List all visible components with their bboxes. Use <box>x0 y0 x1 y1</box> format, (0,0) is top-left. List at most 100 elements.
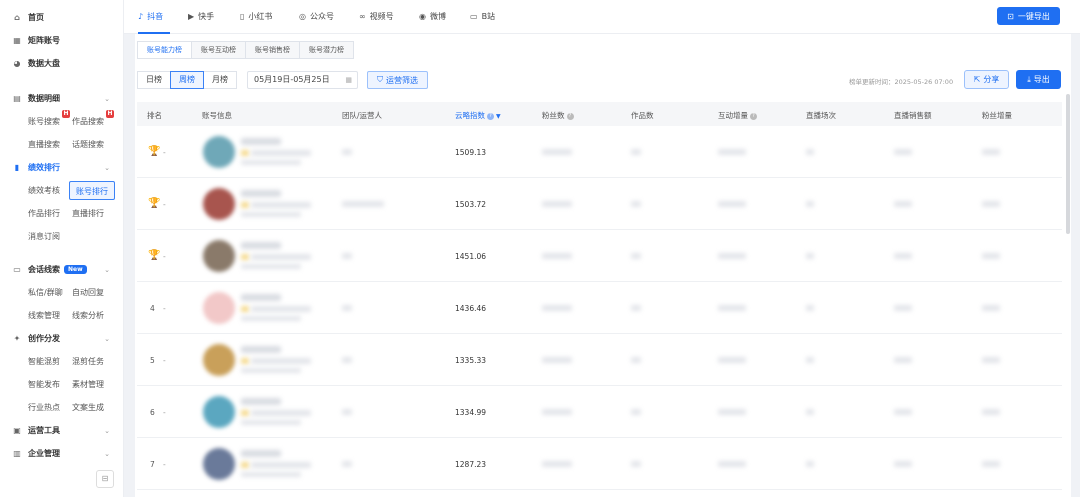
works-redacted <box>631 357 641 363</box>
list-icon: ▤ <box>13 94 21 103</box>
sidebar-item-live-rank[interactable]: 直播排行 <box>72 204 116 223</box>
sidebar-item-live-search[interactable]: 直播搜索 <box>28 135 72 154</box>
table-header: 排名 账号信息 团队/运营人 云略指数? ▼ 粉丝数? 作品数 互动增量? 直播场… <box>137 102 1062 126</box>
sidebar-item-copy-gen[interactable]: 文案生成 <box>72 398 116 417</box>
chevron-down-icon: ⌄ <box>104 163 110 172</box>
account-name-redacted <box>241 190 281 197</box>
sidebar-item-works-rank[interactable]: 作品排行 <box>28 204 72 223</box>
rank-number: 7 <box>150 460 155 469</box>
sidebar-item-industry-hot[interactable]: 行业热点 <box>28 398 72 417</box>
rank-change: - <box>163 200 166 209</box>
avatar[interactable] <box>203 292 235 324</box>
avatar[interactable] <box>203 136 235 168</box>
tab-account-interaction[interactable]: 账号互动榜 <box>191 41 246 59</box>
tab-account-ability[interactable]: 账号能力榜 <box>137 41 192 59</box>
col-works: 作品数 <box>631 111 654 120</box>
tab-account-potential[interactable]: 账号潜力榜 <box>299 41 354 59</box>
export-button[interactable]: ⤓ 导出 <box>1016 70 1061 89</box>
table-row[interactable]: 6- 1334.99 <box>137 386 1062 438</box>
tab-wechat-official[interactable]: ◎ 公众号 <box>299 11 334 22</box>
rank-change: - <box>163 148 166 157</box>
account-name-redacted <box>241 242 281 249</box>
live-sales-redacted <box>894 305 912 311</box>
col-fans-increment: 粉丝增量 <box>982 111 1012 120</box>
collapse-sidebar-icon[interactable]: ⊟ <box>96 470 114 488</box>
nav-group-creation-distribution[interactable]: ✦ 创作分发 ⌄ <box>0 327 123 350</box>
operator-filter-button[interactable]: ⛉ 运营筛选 <box>367 71 428 89</box>
sidebar-item-perf-review[interactable]: 绩效考核 <box>28 181 72 200</box>
works-redacted <box>631 461 641 467</box>
table-row[interactable]: 🏆 - 1451.06 <box>137 230 1062 282</box>
platform-badge-redacted <box>241 462 249 468</box>
sidebar-item-mix-task[interactable]: 混剪任务 <box>72 352 116 371</box>
export-all-button[interactable]: ⊡ 一键导出 <box>997 7 1060 25</box>
nav-group-performance-rank[interactable]: ▮ 绩效排行 ⌄ <box>0 156 123 179</box>
avatar[interactable] <box>203 344 235 376</box>
avatar[interactable] <box>203 448 235 480</box>
sidebar-item-account-search[interactable]: 账号搜索 H <box>28 110 72 131</box>
tab-account-sales[interactable]: 账号销售榜 <box>245 41 300 59</box>
fans-redacted <box>542 409 572 415</box>
sidebar-item-private-group[interactable]: 私信/群聊 <box>28 283 72 302</box>
toolbox-icon: ▣ <box>13 426 21 435</box>
tab-channels[interactable]: ∞ 视频号 <box>359 11 394 22</box>
trophy-icon: 🏆 <box>148 250 161 261</box>
date-range-picker[interactable]: 05月19日-05月25日 ▦ <box>247 71 358 89</box>
nav-group-data-detail[interactable]: ▤ 数据明细 ⌄ <box>0 87 123 110</box>
nav-group-enterprise-mgmt[interactable]: ▥ 企业管理 ⌄ <box>0 442 123 465</box>
rank-change: - <box>163 252 166 261</box>
wechat-official-icon: ◎ <box>299 12 306 21</box>
rank-panel: 账号能力榜 账号互动榜 账号销售榜 账号潜力榜 日榜 周榜 月榜 05月19日-… <box>135 34 1071 497</box>
interaction-redacted <box>718 305 746 311</box>
sidebar-item-smart-mix[interactable]: 智能混剪 <box>28 352 72 371</box>
new-badge: New <box>64 265 87 274</box>
tab-douyin[interactable]: ♪ 抖音 <box>138 11 163 22</box>
sidebar-item-works-search[interactable]: 作品搜索 H <box>72 110 116 131</box>
team-operator-redacted <box>342 305 352 311</box>
export-icon: ⊡ <box>1007 11 1014 21</box>
sidebar-item-msg-subscribe[interactable]: 消息订阅 <box>28 227 88 246</box>
sidebar-item-material-mgmt[interactable]: 素材管理 <box>72 375 116 394</box>
col-yunlue-index[interactable]: 云略指数? ▼ <box>455 110 501 121</box>
fans-increment-redacted <box>982 461 1000 467</box>
account-name-redacted <box>241 346 281 353</box>
period-week[interactable]: 周榜 <box>170 71 204 89</box>
sidebar-item-lead-analysis[interactable]: 线索分析 <box>72 306 116 325</box>
live-sessions-redacted <box>806 409 814 415</box>
fans-redacted <box>542 149 572 155</box>
live-sales-redacted <box>894 253 912 259</box>
kuaishou-icon: ▶ <box>188 12 195 21</box>
avatar[interactable] <box>203 188 235 220</box>
nav-home[interactable]: ⌂ 首页 <box>0 6 123 29</box>
table-row[interactable]: 🏆 - 1509.13 <box>137 126 1062 178</box>
tab-weibo[interactable]: ◉ 微博 <box>419 11 446 22</box>
sidebar-item-lead-mgmt[interactable]: 线索管理 <box>28 306 72 325</box>
period-day[interactable]: 日榜 <box>137 71 171 89</box>
live-sales-redacted <box>894 149 912 155</box>
tab-xiaohongshu[interactable]: ▯ 小红书 <box>240 11 272 22</box>
nav-matrix-accounts[interactable]: ▦ 矩阵账号 <box>0 29 123 52</box>
bilibili-icon: ▭ <box>470 12 478 21</box>
scrollbar[interactable] <box>1066 94 1070 234</box>
account-id-redacted <box>241 368 301 373</box>
nav-group-conversation-leads[interactable]: ▭ 会话线索 New ⌄ <box>0 258 123 281</box>
sidebar-item-auto-reply[interactable]: 自动回复 <box>72 283 116 302</box>
share-icon: ✦ <box>13 334 21 343</box>
table-row[interactable]: 🏆 - 1503.72 <box>137 178 1062 230</box>
sidebar-item-topic-search[interactable]: 话题搜索 <box>72 135 116 154</box>
nav-dashboard[interactable]: ◕ 数据大盘 <box>0 52 123 75</box>
avatar[interactable] <box>203 396 235 428</box>
period-month[interactable]: 月榜 <box>203 71 237 89</box>
tab-kuaishou[interactable]: ▶ 快手 <box>188 11 214 22</box>
avatar[interactable] <box>203 240 235 272</box>
tab-bilibili[interactable]: ▭ B站 <box>470 11 495 22</box>
sidebar-item-smart-publish[interactable]: 智能发布 <box>28 375 72 394</box>
sidebar-item-account-rank[interactable]: 账号排行 <box>69 181 115 200</box>
live-sales-redacted <box>894 461 912 467</box>
fans-redacted <box>542 201 572 207</box>
table-row[interactable]: 5- 1335.33 <box>137 334 1062 386</box>
table-row[interactable]: 4- 1436.46 <box>137 282 1062 334</box>
table-row[interactable]: 7- 1287.23 <box>137 438 1062 490</box>
share-button[interactable]: ⇱ 分享 <box>964 70 1009 89</box>
nav-group-operation-tools[interactable]: ▣ 运营工具 ⌄ <box>0 419 123 442</box>
